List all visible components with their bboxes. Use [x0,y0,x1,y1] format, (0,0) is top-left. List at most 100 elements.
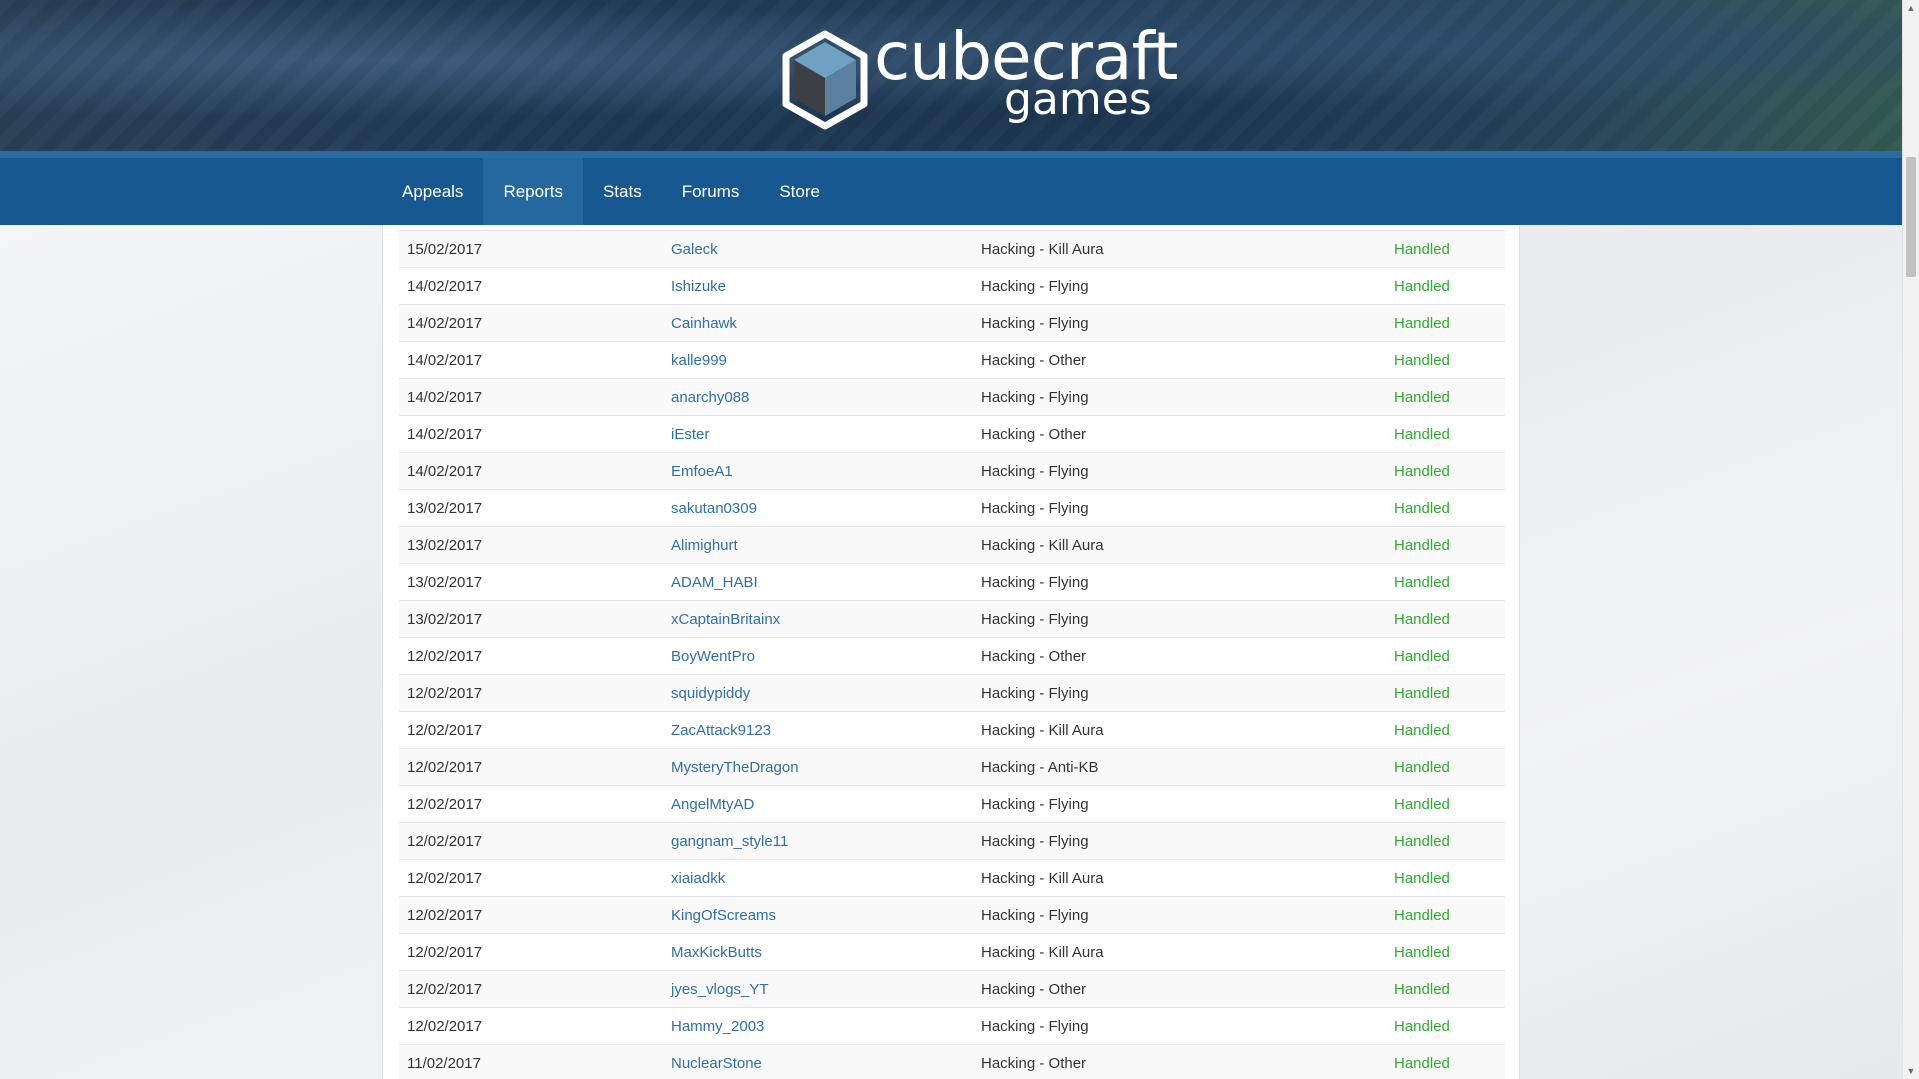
report-reason: Hacking - Kill Aura [973,230,1386,268]
table-row: 12/02/2017 MysteryTheDragon Hacking - Anti… [399,748,1505,786]
status-badge: Handled [1386,378,1505,416]
report-player-cell: jyes_vlogs_YT [663,970,973,1008]
table-row: 14/02/2017 anarchy088 Hacking - Flying Hand… [399,378,1505,416]
report-date: 13/02/2017 [399,563,663,601]
report-player-cell: xCaptainBritainx [663,600,973,638]
page-scrollbar[interactable]: ▲ ▼ [1902,0,1919,1079]
nav-item-forums[interactable]: Forums [662,158,760,225]
player-link[interactable]: Hammy_2003 [671,1018,764,1035]
player-link[interactable]: iEster [671,426,709,443]
status-badge: Handled [1386,452,1505,490]
report-date: 13/02/2017 [399,526,663,564]
report-date: 14/02/2017 [399,304,663,342]
player-link[interactable]: Cainhawk [671,315,737,332]
report-player-cell: Ishizuke [663,267,973,305]
player-link[interactable]: anarchy088 [671,389,749,406]
player-link[interactable]: ADAM_HABI [671,574,758,591]
report-reason: Hacking - Flying [973,600,1386,638]
table-row: 13/02/2017 ADAM_HABI Hacking - Flying Handl… [399,563,1505,601]
status-badge: Handled [1386,711,1505,749]
reports-table-body: 15/02/2017 Galeck Hacking - Kill Aura Handl… [399,230,1505,1079]
table-row: 13/02/2017 Alimighurt Hacking - Kill Aura H… [399,526,1505,564]
nav-item-store[interactable]: Store [759,158,840,225]
report-date: 11/02/2017 [399,1044,663,1079]
player-link[interactable]: KingOfScreams [671,907,776,924]
status-badge: Handled [1386,230,1505,268]
status-badge: Handled [1386,896,1505,934]
table-row: 12/02/2017 ZacAttack9123 Hacking - Kill Au… [399,711,1505,749]
scroll-up-arrow-icon[interactable]: ▲ [1903,0,1919,16]
nav-item-stats[interactable]: Stats [583,158,662,225]
report-reason: Hacking - Kill Aura [973,933,1386,971]
player-link[interactable]: jyes_vlogs_YT [671,981,769,998]
report-player-cell: BoyWentPro [663,637,973,675]
table-row: 14/02/2017 kalle999 Hacking - Other Handled [399,341,1505,379]
report-player-cell: sakutan0309 [663,489,973,527]
status-badge: Handled [1386,267,1505,305]
player-link[interactable]: MysteryTheDragon [671,759,799,776]
report-reason: Hacking - Flying [973,674,1386,712]
player-link[interactable]: EmfoeA1 [671,463,733,480]
status-badge: Handled [1386,341,1505,379]
scroll-down-arrow-icon[interactable]: ▼ [1903,1063,1919,1079]
player-link[interactable]: xCaptainBritainx [671,611,780,628]
table-row: 12/02/2017 AngelMtyAD Hacking - Flying Hand… [399,785,1505,823]
player-link[interactable]: ZacAttack9123 [671,722,771,739]
status-badge: Handled [1386,526,1505,564]
table-row: 12/02/2017 squidypiddy Hacking - Flying Han… [399,674,1505,712]
report-date: 14/02/2017 [399,378,663,416]
table-row: 12/02/2017 xiaiadkk Hacking - Kill Aura Han… [399,859,1505,897]
status-badge: Handled [1386,785,1505,823]
table-row: 13/02/2017 xCaptainBritainx Hacking - Flyi… [399,600,1505,638]
main-nav: Appeals Reports Stats Forums Store [0,151,1902,225]
table-row: 14/02/2017 Cainhawk Hacking - Flying Handle… [399,304,1505,342]
table-row: 12/02/2017 Hammy_2003 Hacking - Flying Hand… [399,1007,1505,1045]
report-player-cell: ADAM_HABI [663,563,973,601]
report-date: 14/02/2017 [399,267,663,305]
player-link[interactable]: NuclearStone [671,1055,762,1072]
report-reason: Hacking - Flying [973,563,1386,601]
player-link[interactable]: xiaiadkk [671,870,725,887]
nav-item-appeals[interactable]: Appeals [382,158,483,225]
nav-items: Appeals Reports Stats Forums Store [382,158,840,225]
reports-table: 15/02/2017 Galeck Hacking - Kill Aura Handl… [399,230,1505,1079]
report-reason: Hacking - Flying [973,304,1386,342]
player-link[interactable]: BoyWentPro [671,648,755,665]
report-date: 12/02/2017 [399,637,663,675]
player-link[interactable]: Galeck [671,241,718,258]
report-date: 12/02/2017 [399,711,663,749]
cubecraft-logo[interactable]: cubecraft games [782,24,1178,130]
player-link[interactable]: squidypiddy [671,685,750,702]
table-row: 12/02/2017 KingOfScreams Hacking - Flying H… [399,896,1505,934]
status-badge: Handled [1386,1044,1505,1079]
report-date: 12/02/2017 [399,933,663,971]
report-date: 15/02/2017 [399,230,663,268]
player-link[interactable]: Ishizuke [671,278,726,295]
report-reason: Hacking - Anti-KB [973,748,1386,786]
scrollbar-thumb[interactable] [1906,157,1916,277]
table-row: 14/02/2017 EmfoeA1 Hacking - Flying Handled [399,452,1505,490]
report-reason: Hacking - Flying [973,822,1386,860]
report-player-cell: NuclearStone [663,1044,973,1079]
report-player-cell: iEster [663,415,973,453]
report-reason: Hacking - Flying [973,267,1386,305]
report-player-cell: Cainhawk [663,304,973,342]
report-player-cell: gangnam_style11 [663,822,973,860]
table-row: 14/02/2017 iEster Hacking - Other Handled [399,415,1505,453]
report-date: 14/02/2017 [399,452,663,490]
report-date: 14/02/2017 [399,415,663,453]
report-date: 13/02/2017 [399,489,663,527]
player-link[interactable]: kalle999 [671,352,727,369]
report-player-cell: Galeck [663,230,973,268]
table-row: 15/02/2017 Galeck Hacking - Kill Aura Handl… [399,230,1505,268]
status-badge: Handled [1386,970,1505,1008]
cube-logo-icon [782,30,868,130]
player-link[interactable]: MaxKickButts [671,944,762,961]
nav-item-reports[interactable]: Reports [483,158,583,225]
player-link[interactable]: sakutan0309 [671,500,757,517]
player-link[interactable]: AngelMtyAD [671,796,754,813]
report-player-cell: Hammy_2003 [663,1007,973,1045]
report-date: 12/02/2017 [399,1007,663,1045]
player-link[interactable]: Alimighurt [671,537,738,554]
player-link[interactable]: gangnam_style11 [671,833,788,850]
